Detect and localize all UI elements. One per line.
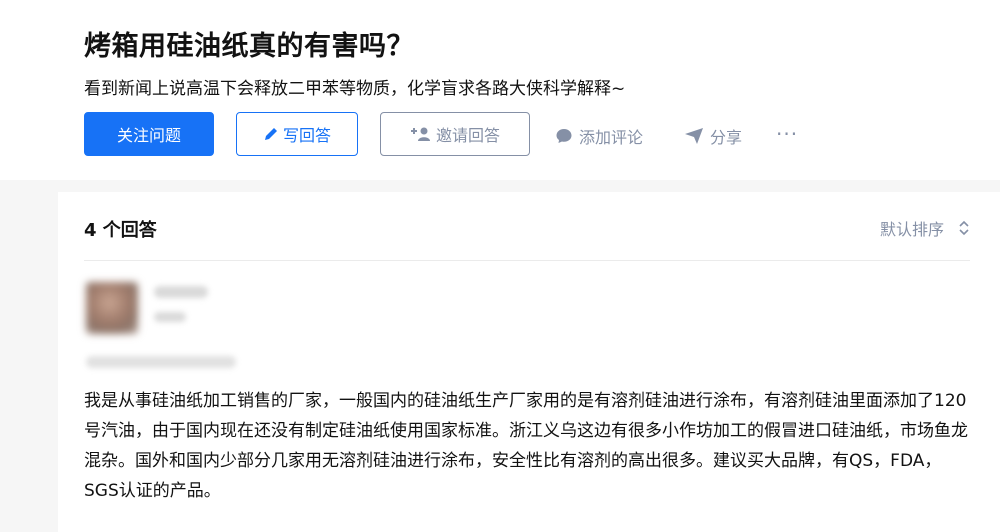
- question-title: 烤箱用硅油纸真的有害吗？: [84, 31, 414, 62]
- question-detail: 看到新闻上说高温下会释放二甲苯等物质，化学盲求各路大侠科学解释~: [84, 79, 626, 99]
- write-answer-button[interactable]: 写回答: [236, 112, 358, 156]
- author-bio-blurred: [154, 312, 186, 322]
- upvote-info-blurred: [86, 356, 236, 368]
- comment-bubble-icon: [556, 129, 572, 143]
- add-comment-label: 添加评论: [579, 128, 644, 147]
- pencil-icon: [264, 128, 277, 140]
- invite-answer-button[interactable]: 邀请回答: [380, 112, 530, 156]
- sort-arrows-icon: [959, 220, 969, 236]
- share-label: 分享: [710, 128, 743, 147]
- follow-question-button[interactable]: 关注问题: [84, 112, 214, 156]
- write-answer-label: 写回答: [282, 126, 331, 145]
- follow-question-label: 关注问题: [116, 126, 181, 145]
- sort-label: 默认排序: [879, 220, 944, 239]
- author-name-blurred: [154, 286, 208, 298]
- add-comment-action[interactable]: 添加评论: [555, 124, 643, 148]
- divider: [84, 260, 970, 261]
- answer-text: 我是从事硅油纸加工销售的厂家，一般国内的硅油纸生产厂家用的是有溶剂硅油进行涂布，…: [84, 391, 968, 501]
- add-user-icon: [410, 127, 430, 141]
- question-header: 烤箱用硅油纸真的有害吗？ 看到新闻上说高温下会释放二甲苯等物质，化学盲求各路大侠…: [0, 0, 1000, 180]
- sort-dropdown[interactable]: 默认排序: [880, 216, 970, 240]
- invite-answer-label: 邀请回答: [435, 126, 500, 145]
- avatar[interactable]: [86, 282, 138, 334]
- paper-plane-icon: [685, 128, 703, 144]
- share-action[interactable]: 分享: [684, 124, 742, 148]
- answers-card: 4 个回答 默认排序 我是从事硅油纸加工销售的厂家，一般国内的硅油纸生产厂家用的…: [58, 192, 1000, 532]
- more-options-button[interactable]: ···: [776, 122, 798, 146]
- answer-count: 4 个回答: [84, 220, 157, 241]
